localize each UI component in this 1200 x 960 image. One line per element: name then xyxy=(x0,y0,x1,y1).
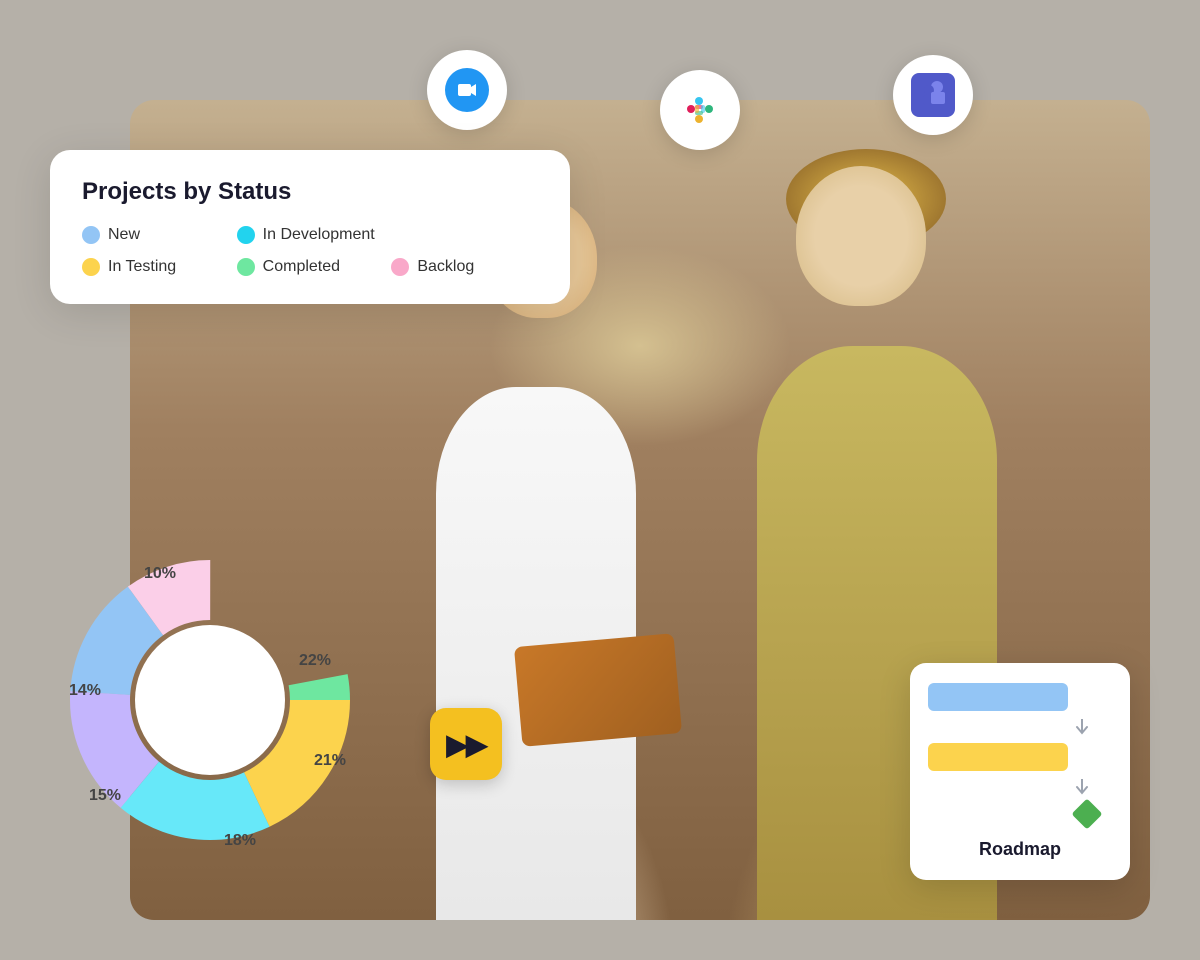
roadmap-card: Roadmap xyxy=(910,663,1130,880)
slack-icon-bubble xyxy=(660,70,740,150)
donut-center xyxy=(135,625,285,775)
slack-icon xyxy=(681,91,719,129)
completed-label: Completed xyxy=(263,258,340,276)
pct-backlog: 10% xyxy=(144,565,176,582)
in-development-label: In Development xyxy=(263,226,375,244)
in-development-dot xyxy=(237,226,255,244)
legend-grid: New In Development In Testing Completed … xyxy=(82,226,538,276)
roadmap-row-1 xyxy=(928,683,1112,711)
completed-dot xyxy=(237,258,255,276)
roadmap-block-yellow xyxy=(928,743,1068,771)
backlog-dot xyxy=(391,258,409,276)
integration-icons-container xyxy=(250,40,1150,150)
roadmap-row-2 xyxy=(928,743,1112,771)
roadmap-block-blue xyxy=(928,683,1068,711)
pct-new: 14% xyxy=(69,682,101,699)
tablet xyxy=(514,633,682,747)
roadmap-diamond xyxy=(1071,798,1102,829)
legend-item-new: New xyxy=(82,226,229,244)
legend-item-completed: Completed xyxy=(237,258,384,276)
pct-completed: 22% xyxy=(299,652,331,669)
make-logo-text: ▶▶ xyxy=(446,728,485,761)
roadmap-arrow-1 xyxy=(928,719,1092,735)
legend-card: Projects by Status New In Development In… xyxy=(50,150,570,304)
legend-title: Projects by Status xyxy=(82,178,538,206)
teams-icon-bubble xyxy=(893,55,973,135)
teams-icon xyxy=(911,73,955,117)
person-right-head xyxy=(796,166,926,306)
pct-in-testing: 21% xyxy=(314,752,346,769)
donut-chart-svg: 22% 21% 18% 15% 14% 10% xyxy=(20,510,400,890)
scene: Projects by Status New In Development In… xyxy=(50,40,1150,920)
new-label: New xyxy=(108,226,140,244)
backlog-label: Backlog xyxy=(417,258,474,276)
zoom-icon-bubble xyxy=(427,50,507,130)
roadmap-arrow-down-icon-2 xyxy=(1072,779,1092,795)
legend-item-in-development: In Development xyxy=(237,226,538,244)
roadmap-arrow-2 xyxy=(928,779,1092,795)
roadmap-arrow-down-icon xyxy=(1072,719,1092,735)
make-logo: ▶▶ xyxy=(430,708,502,780)
pct-in-development: 18% xyxy=(224,832,256,849)
in-testing-dot xyxy=(82,258,100,276)
pct-unknown: 15% xyxy=(89,787,121,804)
roadmap-diamond-row xyxy=(928,803,1098,825)
new-dot xyxy=(82,226,100,244)
legend-item-backlog: Backlog xyxy=(391,258,538,276)
donut-chart-container: 22% 21% 18% 15% 14% 10% xyxy=(20,510,400,890)
zoom-icon xyxy=(445,68,489,112)
roadmap-blocks xyxy=(928,683,1112,825)
roadmap-label: Roadmap xyxy=(928,839,1112,860)
in-testing-label: In Testing xyxy=(108,258,176,276)
legend-item-in-testing: In Testing xyxy=(82,258,229,276)
